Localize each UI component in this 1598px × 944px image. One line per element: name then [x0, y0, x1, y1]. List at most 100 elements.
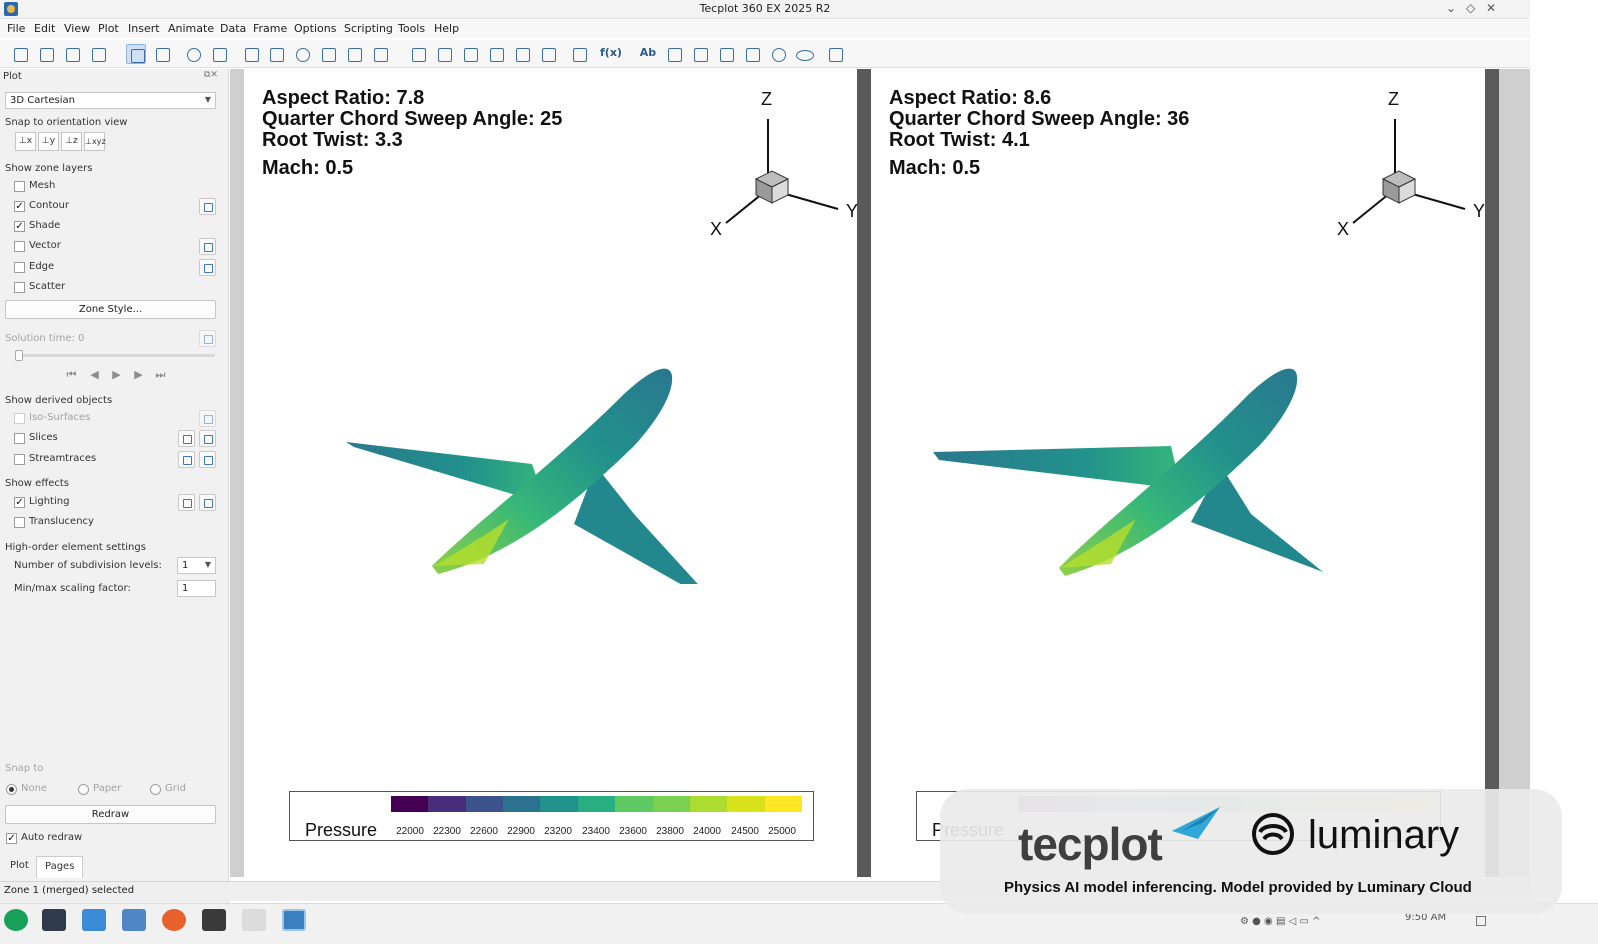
streamtraces-checkbox[interactable]: [14, 454, 25, 465]
contour-checkbox[interactable]: ✓: [14, 201, 25, 212]
streamtrace-icon[interactable]: [408, 44, 428, 64]
document-icon[interactable]: [242, 909, 266, 931]
rotate-spherical-icon[interactable]: [241, 44, 261, 64]
contour-edit-icon[interactable]: [486, 44, 506, 64]
tecplot-icon[interactable]: [282, 909, 306, 931]
rectangle-icon[interactable]: [716, 44, 736, 64]
vector-settings-icon[interactable]: [199, 238, 216, 255]
subdivision-select[interactable]: 1 ▼: [177, 557, 216, 574]
zoom-icon[interactable]: [183, 44, 203, 64]
slices-settings-icon[interactable]: [199, 430, 216, 447]
menu-edit[interactable]: Edit: [34, 22, 55, 35]
store-icon[interactable]: [82, 909, 106, 931]
snap-none-radio[interactable]: [6, 784, 17, 795]
redraw-button[interactable]: Redraw: [5, 805, 216, 824]
menu-options[interactable]: Options: [294, 22, 336, 35]
print-icon[interactable]: [88, 44, 108, 64]
tab-pages[interactable]: Pages: [36, 856, 84, 878]
xy-edit-icon[interactable]: [512, 44, 532, 64]
start-icon[interactable]: [4, 909, 28, 931]
play-icon[interactable]: ▶: [107, 366, 126, 383]
slice-icon[interactable]: [434, 44, 454, 64]
notification-icon[interactable]: [1476, 916, 1486, 926]
light-source-icon[interactable]: [178, 494, 195, 511]
close-icon[interactable]: ✕: [1486, 1, 1496, 15]
zone-style-button[interactable]: Zone Style...: [5, 300, 216, 319]
cross-section-icon[interactable]: [370, 44, 390, 64]
orient-y-button[interactable]: ⊥y: [38, 132, 59, 151]
scatter-checkbox[interactable]: [14, 282, 25, 293]
step-forward-icon[interactable]: ▶: [129, 366, 148, 383]
menu-plot[interactable]: Plot: [98, 22, 119, 35]
minimize-icon[interactable]: ⌄: [1446, 1, 1456, 15]
isosurface-icon[interactable]: [460, 44, 480, 64]
slices-checkbox[interactable]: [14, 433, 25, 444]
lighting-settings-icon[interactable]: [199, 494, 216, 511]
new-icon[interactable]: [10, 44, 30, 64]
shade-checkbox[interactable]: ✓: [14, 221, 25, 232]
select-icon[interactable]: [126, 44, 146, 64]
image-icon[interactable]: [664, 44, 684, 64]
rotate-twist-icon[interactable]: [292, 44, 312, 64]
iso-surfaces-settings-icon[interactable]: [199, 410, 216, 427]
circle-icon[interactable]: [768, 44, 788, 64]
menu-frame[interactable]: Frame: [253, 22, 287, 35]
iso-surfaces-checkbox[interactable]: [14, 413, 25, 424]
orient-z-button[interactable]: ⊥z: [61, 132, 82, 151]
streamtraces-settings-icon[interactable]: [199, 451, 216, 468]
menu-file[interactable]: File: [7, 22, 25, 35]
frame-1[interactable]: Aspect Ratio: 7.8 Quarter Chord Sweep An…: [244, 69, 858, 877]
frame-2[interactable]: Aspect Ratio: 8.6 Quarter Chord Sweep An…: [871, 69, 1485, 877]
solution-time-slider-knob[interactable]: [15, 350, 23, 361]
menu-tools[interactable]: Tools: [398, 22, 425, 35]
vector-checkbox[interactable]: [14, 241, 25, 252]
menu-data[interactable]: Data: [220, 22, 246, 35]
solution-time-slider[interactable]: [15, 354, 215, 357]
snap-grid-radio[interactable]: [150, 784, 161, 795]
tecplot-app-icon[interactable]: [4, 2, 18, 16]
frame-icon[interactable]: [825, 44, 845, 64]
firefox-icon[interactable]: [162, 909, 186, 931]
streamtrace-tool-icon[interactable]: [178, 451, 195, 468]
menu-insert[interactable]: Insert: [128, 22, 160, 35]
menu-scripting[interactable]: Scripting: [344, 22, 393, 35]
save-icon[interactable]: [62, 44, 82, 64]
zoom-extent-icon[interactable]: [344, 44, 364, 64]
square-icon[interactable]: [742, 44, 762, 64]
tab-plot[interactable]: Plot: [2, 856, 37, 878]
adjustor-icon[interactable]: [152, 44, 172, 64]
step-back-icon[interactable]: ◀: [85, 366, 104, 383]
slice-tool-icon[interactable]: [178, 430, 195, 447]
mesh-edit-icon[interactable]: [538, 44, 558, 64]
first-step-icon[interactable]: ⏮: [62, 366, 81, 383]
text-icon[interactable]: Ab: [638, 44, 658, 64]
mesh-checkbox[interactable]: [14, 181, 25, 192]
orient-x-button[interactable]: ⊥x: [15, 132, 36, 151]
ellipse-icon[interactable]: [794, 44, 814, 64]
tray-icons[interactable]: ⚙ ● ◉ ▤ ◁ ▭ ^: [1240, 916, 1320, 927]
plot-type-select[interactable]: 3D Cartesian ▼: [5, 92, 216, 109]
orient-xyz-button[interactable]: ⊥xyz: [84, 132, 106, 151]
probe-icon[interactable]: [318, 44, 338, 64]
edge-checkbox[interactable]: [14, 262, 25, 273]
open-icon[interactable]: [36, 44, 56, 64]
fx-icon[interactable]: f(x): [600, 44, 622, 64]
solution-time-settings-icon[interactable]: [199, 330, 216, 347]
matlab-icon[interactable]: [202, 909, 226, 931]
menu-view[interactable]: View: [64, 22, 90, 35]
snap-paper-radio[interactable]: [78, 784, 89, 795]
terminal-icon[interactable]: [42, 909, 66, 931]
last-step-icon[interactable]: ⏭: [151, 366, 170, 383]
maximize-icon[interactable]: ◇: [1466, 1, 1475, 15]
translucency-checkbox[interactable]: [14, 517, 25, 528]
data-edit-icon[interactable]: [569, 44, 589, 64]
float-panel-icon[interactable]: ⧉✕: [204, 70, 218, 80]
contour-settings-icon[interactable]: [199, 198, 216, 215]
lighting-checkbox[interactable]: ✓: [14, 497, 25, 508]
translate-icon[interactable]: [209, 44, 229, 64]
rotate-rollerball-icon[interactable]: [266, 44, 286, 64]
auto-redraw-checkbox[interactable]: ✓: [6, 833, 17, 844]
edge-settings-icon[interactable]: [199, 259, 216, 276]
polyline-icon[interactable]: [690, 44, 710, 64]
menu-animate[interactable]: Animate: [168, 22, 214, 35]
